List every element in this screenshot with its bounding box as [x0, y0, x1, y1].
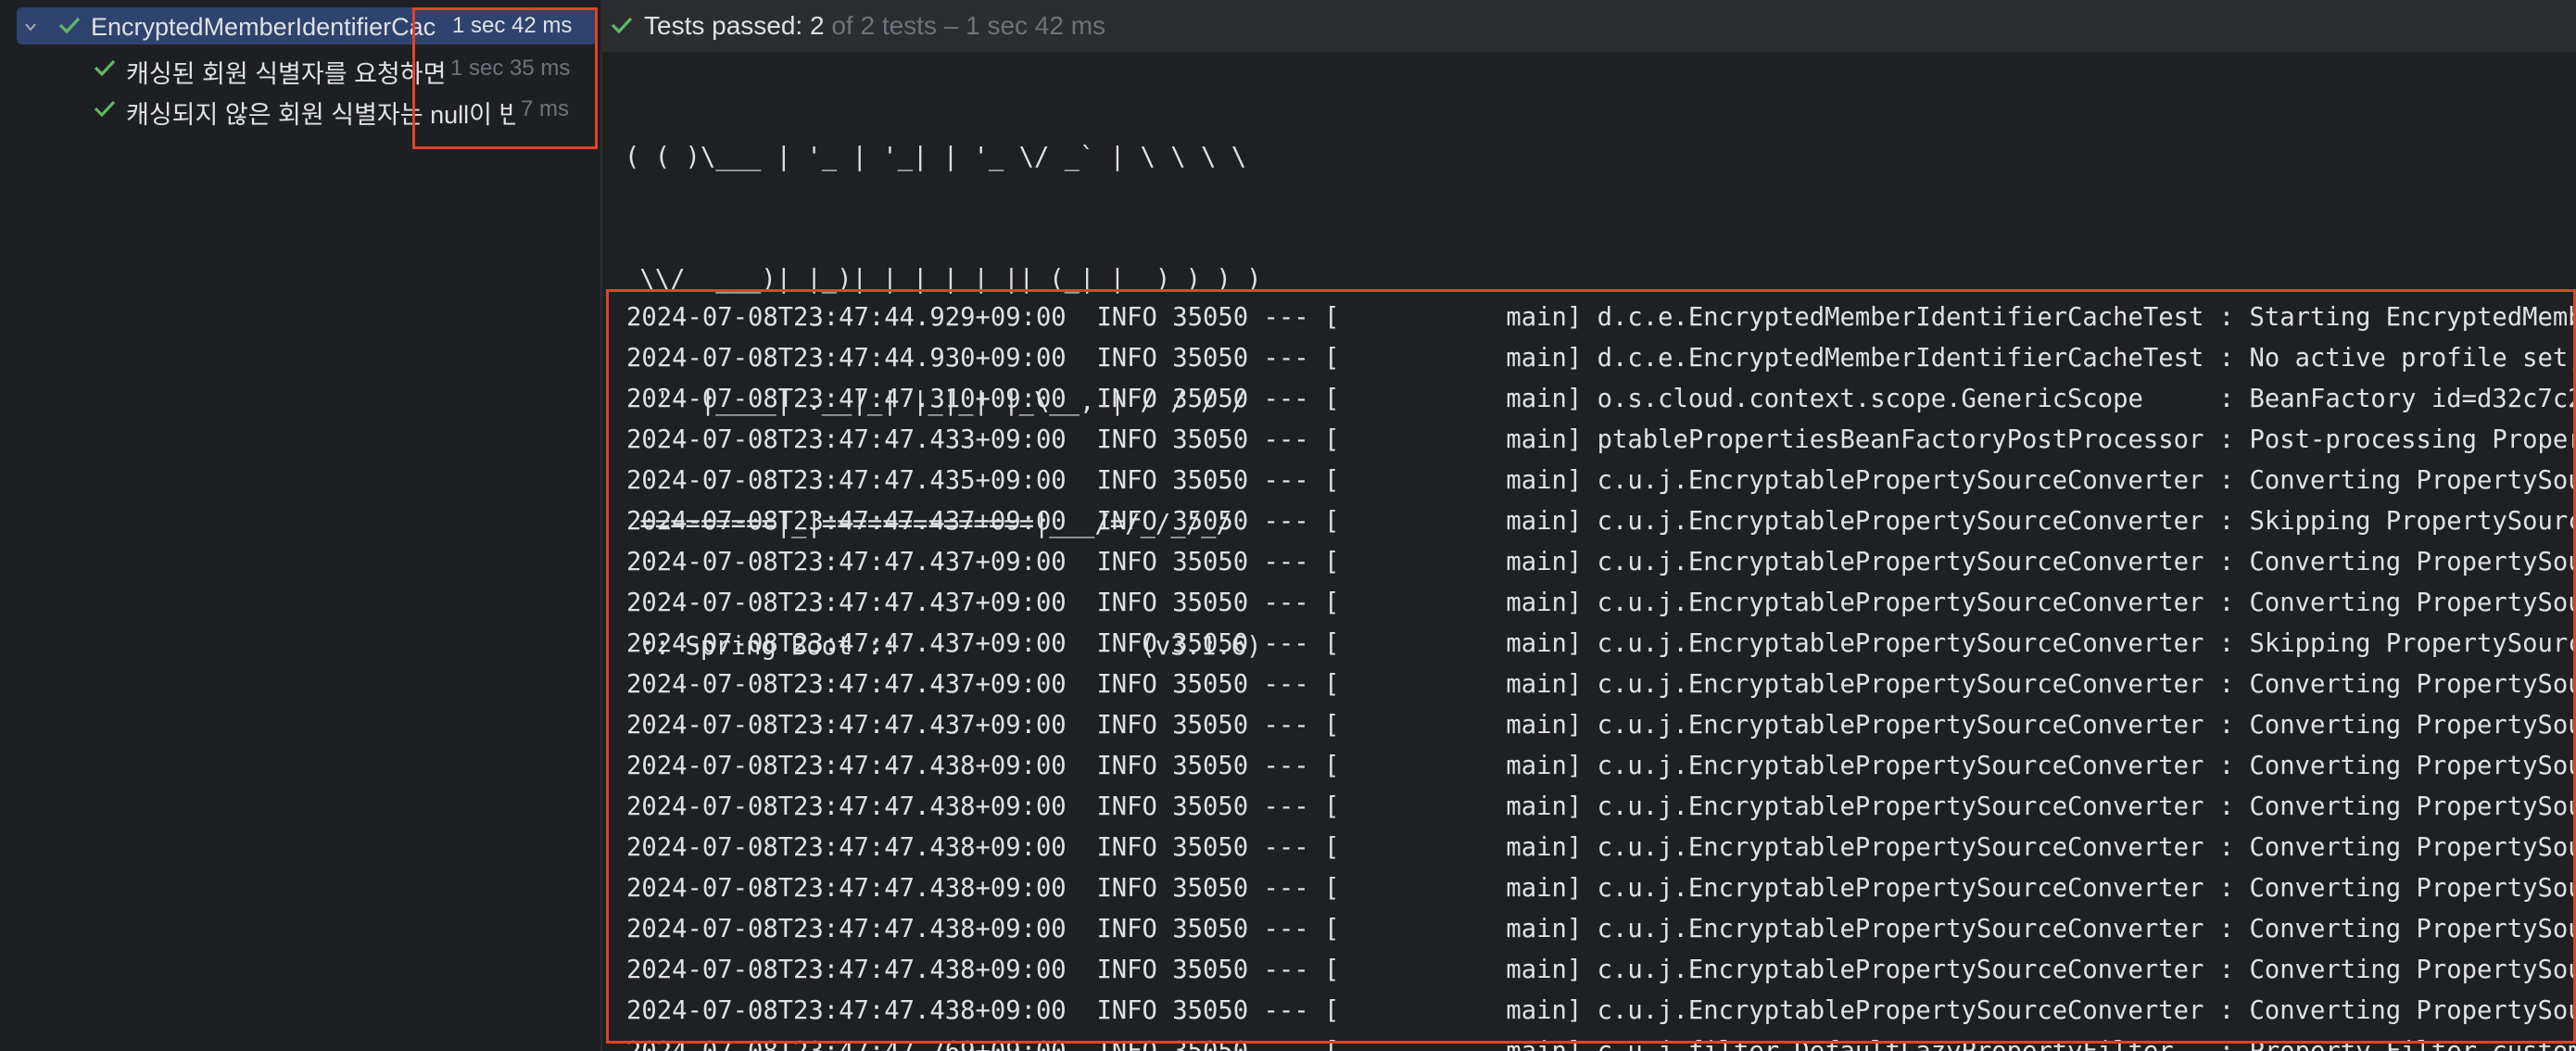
test-tree-panel: EncryptedMemberIdentifierCac 1 sec 42 ms…	[0, 0, 602, 1051]
check-icon	[94, 100, 116, 118]
check-icon	[58, 17, 81, 34]
test-status-bar: Tests passed: 2 of 2 tests – 1 sec 42 ms	[602, 0, 2576, 52]
test-class-name: EncryptedMemberIdentifierCac	[91, 13, 436, 41]
console-panel[interactable]: Tests passed: 2 of 2 tests – 1 sec 42 ms…	[602, 0, 2576, 1051]
duration-highlight-box	[412, 7, 598, 149]
check-icon	[94, 59, 116, 77]
test-method-name: 캐싱된 회원 식별자를 요청하면 암	[126, 60, 445, 88]
log-highlight-box	[606, 289, 2576, 1044]
chevron-down-icon[interactable]	[24, 20, 37, 33]
status-detail: of 2 tests – 1 sec 42 ms	[824, 11, 1106, 40]
banner-line: ( ( )\___ | '_ | '_| | '_ \/ _` | \ \ \ …	[625, 143, 1247, 171]
status-passed: Tests passed: 2	[644, 11, 825, 40]
check-icon	[611, 17, 633, 34]
status-summary: Tests passed: 2 of 2 tests – 1 sec 42 ms	[644, 11, 1105, 41]
